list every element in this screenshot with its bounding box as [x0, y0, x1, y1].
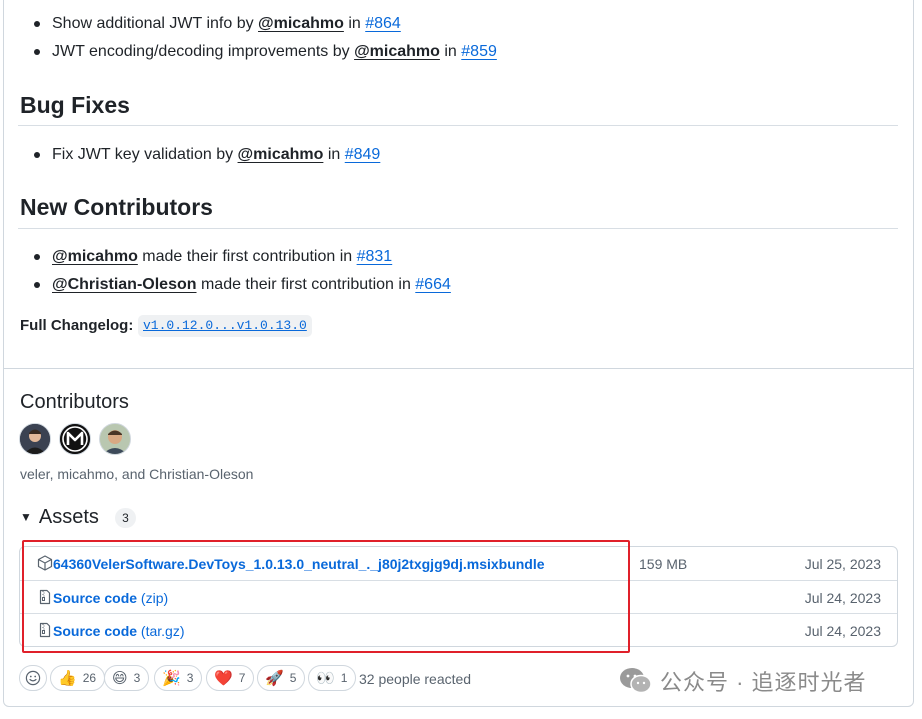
asset-date: Jul 25, 2023 [804, 556, 881, 572]
smiley-icon [25, 670, 41, 686]
asset-size: 159 MB [639, 556, 688, 572]
watermark-text: 公众号 · 追逐时光者 [660, 670, 867, 695]
asset-date: Jul 24, 2023 [804, 590, 881, 606]
reaction-laugh[interactable]: 😄 3 [104, 665, 150, 691]
reaction-rocket[interactable]: 🚀 5 [257, 665, 306, 691]
reaction-thumbs-up[interactable]: 👍 26 [50, 665, 106, 691]
avatar-micahmo[interactable] [59, 423, 91, 455]
assets-count-badge: 3 [115, 508, 136, 528]
reaction-eyes[interactable]: 👀 1 [308, 665, 357, 691]
thumbs-up-icon: 👍 [58, 669, 77, 687]
list-item: JWT encoding/decoding improvements by @m… [34, 41, 497, 63]
assets-title: Assets [38, 506, 99, 528]
list-item: @micahmo made their first contribution i… [33, 246, 393, 268]
party-popper-icon: 🎉 [162, 669, 181, 687]
contributors-title: Contributors [20, 391, 129, 413]
assets-toggle[interactable]: ▼ Assets [20, 505, 99, 529]
caret-down-icon: ▼ [20, 510, 32, 524]
contributor-names: veler, micahmo, and Christian-Oleson [20, 466, 254, 482]
heading-rule [18, 125, 898, 126]
eyes-icon: 👀 [316, 669, 335, 687]
reaction-heart[interactable]: ❤️ 7 [206, 665, 255, 691]
avatar-christian-oleson-image [100, 424, 130, 454]
pr-link[interactable]: #849 [345, 146, 381, 163]
avatar-christian-oleson[interactable] [99, 423, 131, 455]
wechat-icon [620, 668, 652, 694]
list-item: Show additional JWT info by @micahmo in … [34, 13, 401, 35]
reaction-hooray[interactable]: 🎉 3 [154, 665, 203, 691]
rocket-icon: 🚀 [265, 669, 284, 687]
author-link[interactable]: @micahmo [258, 15, 344, 32]
list-item: Fix JWT key validation by @micahmo in #8… [33, 144, 381, 166]
author-link[interactable]: @micahmo [354, 43, 440, 60]
author-link[interactable]: @micahmo [238, 146, 324, 163]
asset-date: Jul 24, 2023 [804, 623, 881, 639]
section-divider [3, 368, 914, 369]
avatar-micahmo-image [60, 424, 90, 454]
list-item: @Christian-Oleson made their first contr… [34, 274, 451, 296]
pr-link[interactable]: #859 [461, 43, 497, 60]
avatar-veler-image [20, 424, 50, 454]
pr-link[interactable]: #664 [415, 276, 451, 293]
pr-link[interactable]: #864 [365, 15, 401, 32]
wechat-watermark: 公众号 · 追逐时光者 [618, 664, 867, 698]
new-contributors-heading: New Contributors [20, 194, 213, 220]
avatar-veler[interactable] [19, 423, 51, 455]
heading-rule [18, 228, 898, 229]
reactions-summary: 32 people reacted [359, 671, 472, 687]
pr-link[interactable]: #831 [357, 248, 393, 265]
bug-fixes-heading: Bug Fixes [20, 92, 130, 118]
author-link[interactable]: @Christian-Oleson [52, 276, 197, 293]
laugh-icon: 😄 [112, 669, 128, 687]
full-changelog-link[interactable]: v1.0.12.0...v1.0.13.0 [138, 315, 312, 337]
heart-icon: ❤️ [214, 669, 233, 687]
author-link[interactable]: @micahmo [52, 248, 138, 265]
full-changelog-label: Full Changelog: [20, 317, 134, 334]
add-reaction-button[interactable] [19, 665, 47, 691]
annotation-highlight-box [22, 540, 630, 653]
